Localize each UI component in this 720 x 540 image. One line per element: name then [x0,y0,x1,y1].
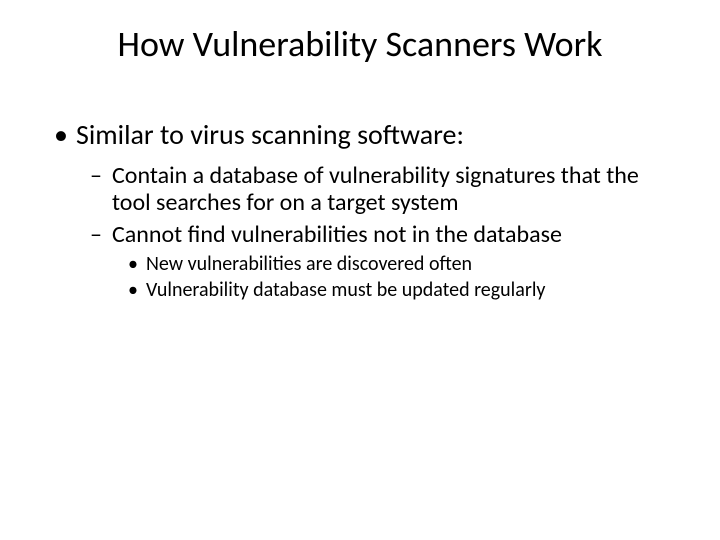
bullet-level2: Cannot find vulnerabilities not in the d… [54,221,674,249]
slide: How Vulnerability Scanners Work Similar … [0,0,720,540]
slide-title: How Vulnerability Scanners Work [0,22,720,66]
bullet-level3: Vulnerability database must be updated r… [54,278,674,302]
slide-body: Similar to virus scanning software: Cont… [54,118,674,304]
bullet-level1: Similar to virus scanning software: [54,118,674,152]
bullet-level3: New vulnerabilities are discovered often [54,252,674,276]
bullet-level2: Contain a database of vulnerability sign… [54,162,674,217]
